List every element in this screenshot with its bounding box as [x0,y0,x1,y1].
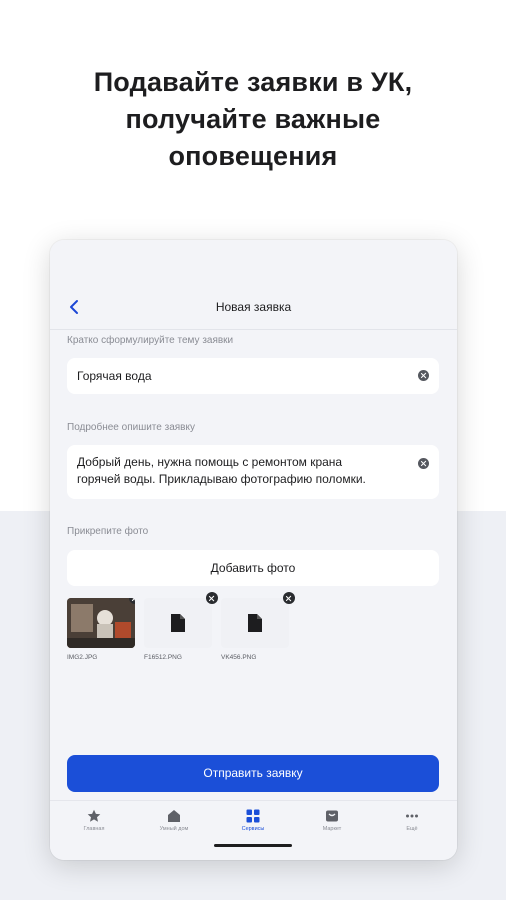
add-photo-button[interactable]: Добавить фото [67,550,439,586]
photos-label: Прикрепите фото [67,526,149,537]
star-icon [87,809,101,822]
tab-smart-home[interactable]: Умный дом [144,809,204,832]
file-thumbnail[interactable] [221,592,295,648]
tab-label: Умный дом [159,826,189,832]
tab-label: Главная [83,826,105,832]
remove-file-icon[interactable] [206,592,218,604]
description-field[interactable]: Добрый день, нужна помощь с ремонтом кра… [67,445,439,499]
tab-bar: Главная Умный дом Сервисы Маркет Ещё [50,800,457,860]
subject-label: Кратко сформулируйте тему заявки [67,335,234,346]
device-frame: Новая заявка Кратко сформулируйте тему з… [50,240,457,860]
tab-label: Сервисы [241,826,265,832]
tab-market[interactable]: Маркет [302,809,362,832]
thumbnail-name: F16512.PNG [144,654,182,661]
tab-label: Ещё [406,826,418,832]
photo-thumbnail[interactable] [67,598,135,648]
more-icon [406,814,418,818]
description-line-2: горячей воды. Прикладываю фотографию пол… [77,472,366,486]
thumbnail-name: IMG2.JPG [67,654,98,661]
file-icon [248,614,262,632]
submit-request-button[interactable]: Отправить заявку [67,755,439,792]
tab-label: Маркет [322,826,342,832]
file-thumbnail[interactable] [144,592,218,648]
promo-headline: Подавайте заявки в УК, получайте важные … [0,64,506,175]
status-bar [50,240,457,286]
photo-image [67,598,135,648]
market-icon [326,810,338,822]
clear-description-icon[interactable] [418,458,429,469]
tab-services[interactable]: Сервисы [223,809,283,832]
tab-home[interactable]: Главная [64,809,124,832]
description-label: Подробнее опишите заявку [67,422,195,433]
screen-title: Новая заявка [215,300,292,314]
remove-file-icon[interactable] [283,592,295,604]
subject-field[interactable]: Горячая вода [67,358,439,394]
promo-headline-line-2: получайте важные [125,104,381,134]
description-line-1: Добрый день, нужна помощь с ремонтом кра… [77,455,343,469]
subject-value: Горячая вода [77,369,152,383]
tab-more[interactable]: Ещё [382,809,442,832]
house-icon [168,810,180,822]
description-value: Добрый день, нужна помощь с ремонтом кра… [77,454,366,488]
app-bar: Новая заявка [50,286,457,330]
promo-headline-line-1: Подавайте заявки в УК, [93,67,413,97]
grid-icon [246,809,260,823]
promo-headline-line-3: оповещения [168,141,338,171]
home-indicator [214,844,292,847]
thumbnail-name: VK456.PNG [221,654,257,661]
clear-subject-icon[interactable] [418,370,429,381]
file-icon [171,614,185,632]
